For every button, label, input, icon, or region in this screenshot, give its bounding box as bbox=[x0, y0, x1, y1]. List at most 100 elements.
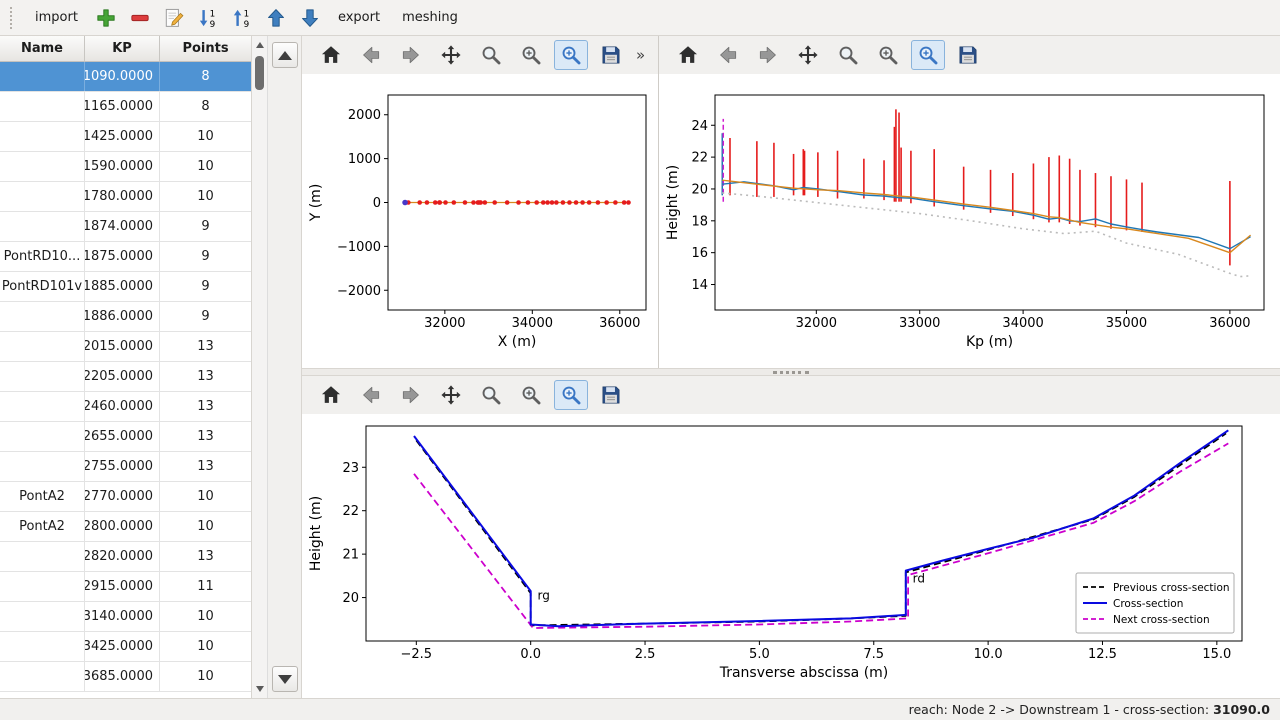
svg-text:12.5: 12.5 bbox=[1088, 647, 1117, 662]
import-menu-button[interactable]: import bbox=[25, 6, 88, 29]
column-header-points[interactable]: Points bbox=[160, 36, 251, 61]
cross-section-save-button[interactable] bbox=[594, 380, 628, 410]
cell-kp: 33425.0000 bbox=[85, 632, 160, 661]
cross-section-subplots-button[interactable] bbox=[514, 380, 548, 410]
svg-text:2000: 2000 bbox=[348, 108, 381, 123]
main-toolbar: import1919exportmeshing bbox=[0, 0, 1280, 36]
profile-zoom-button[interactable] bbox=[831, 40, 865, 70]
table-row[interactable]: PontRD101v31885.00009 bbox=[0, 272, 251, 302]
cell-points: 10 bbox=[160, 662, 251, 691]
table-row[interactable]: 32205.000013 bbox=[0, 362, 251, 392]
table-row[interactable]: 32915.000011 bbox=[0, 572, 251, 602]
table-row[interactable]: PontA232770.000010 bbox=[0, 482, 251, 512]
svg-text:1: 1 bbox=[210, 9, 216, 19]
table-row[interactable]: 32655.000013 bbox=[0, 422, 251, 452]
table-row[interactable]: PontA232800.000010 bbox=[0, 512, 251, 542]
profile-forward-button[interactable] bbox=[751, 40, 785, 70]
cell-points: 10 bbox=[160, 512, 251, 541]
cross-section-forward-button[interactable] bbox=[394, 380, 428, 410]
cell-kp: 31875.0000 bbox=[85, 242, 160, 271]
cross-section-home-button[interactable] bbox=[314, 380, 348, 410]
cross-section-zoom-button[interactable] bbox=[474, 380, 508, 410]
table-row[interactable]: PontRD10...31875.00009 bbox=[0, 242, 251, 272]
table-row[interactable]: 31590.000010 bbox=[0, 152, 251, 182]
svg-text:34000: 34000 bbox=[512, 316, 553, 331]
cross-section-back-button[interactable] bbox=[354, 380, 388, 410]
plan-plot-canvas[interactable]: 320003400036000−2000−1000010002000X (m)Y… bbox=[302, 74, 658, 368]
column-header-kp[interactable]: KP bbox=[85, 36, 160, 61]
table-row[interactable]: 31090.00008 bbox=[0, 62, 251, 92]
svg-text:22: 22 bbox=[342, 504, 359, 519]
profile-pan-button[interactable] bbox=[791, 40, 825, 70]
meshing-menu-button[interactable]: meshing bbox=[392, 6, 468, 29]
edit-section-button[interactable] bbox=[158, 3, 190, 33]
table-scrollbar[interactable] bbox=[252, 36, 268, 698]
table-row[interactable]: 33425.000010 bbox=[0, 632, 251, 662]
status-bar: reach: Node 2 -> Downstream 1 - cross-se… bbox=[0, 698, 1280, 720]
plan-subplots-button[interactable] bbox=[514, 40, 548, 70]
svg-text:X (m): X (m) bbox=[498, 334, 537, 350]
next-section-button[interactable] bbox=[272, 666, 298, 692]
scrollbar-up-arrow-icon[interactable] bbox=[252, 38, 268, 52]
table-row[interactable]: 31165.00008 bbox=[0, 92, 251, 122]
plan-home-button[interactable] bbox=[314, 40, 348, 70]
plan-zoom-button[interactable] bbox=[474, 40, 508, 70]
table-row[interactable]: 32460.000013 bbox=[0, 392, 251, 422]
cross-section-pan-button[interactable] bbox=[434, 380, 468, 410]
move-down-button[interactable] bbox=[294, 3, 326, 33]
table-row[interactable]: 32015.000013 bbox=[0, 332, 251, 362]
svg-text:20: 20 bbox=[342, 591, 359, 606]
previous-section-button[interactable] bbox=[272, 42, 298, 68]
table-row[interactable]: 32820.000013 bbox=[0, 542, 251, 572]
profile-customize-button[interactable] bbox=[911, 40, 945, 70]
sort-descending-button[interactable]: 19 bbox=[226, 3, 258, 33]
table-header: Name KP Points bbox=[0, 36, 251, 62]
svg-text:22: 22 bbox=[691, 151, 708, 166]
cross-section-customize-button[interactable] bbox=[554, 380, 588, 410]
splitter-grip-icon bbox=[773, 371, 809, 374]
table-row[interactable]: 33140.000010 bbox=[0, 602, 251, 632]
cell-name bbox=[0, 662, 85, 691]
cell-name bbox=[0, 182, 85, 211]
plan-toolbar-overflow-chevron-icon[interactable]: » bbox=[636, 46, 645, 64]
export-menu-button[interactable]: export bbox=[328, 6, 390, 29]
profile-back-button[interactable] bbox=[711, 40, 745, 70]
cross-section-panel: −2.50.02.55.07.510.012.515.020212223Tran… bbox=[302, 376, 1280, 698]
svg-text:32000: 32000 bbox=[424, 316, 465, 331]
profile-toolbar bbox=[659, 36, 1280, 74]
plan-save-button[interactable] bbox=[594, 40, 628, 70]
remove-section-button[interactable] bbox=[124, 3, 156, 33]
move-up-button[interactable] bbox=[260, 3, 292, 33]
cell-points: 13 bbox=[160, 362, 251, 391]
status-text: reach: Node 2 -> Downstream 1 - cross-se… bbox=[909, 702, 1209, 717]
profile-home-button[interactable] bbox=[671, 40, 705, 70]
table-row[interactable]: 31886.00009 bbox=[0, 302, 251, 332]
cell-kp: 31425.0000 bbox=[85, 122, 160, 151]
profile-plot-canvas[interactable]: 3200033000340003500036000141618202224Kp … bbox=[659, 74, 1280, 368]
sort-ascending-button[interactable]: 19 bbox=[192, 3, 224, 33]
profile-subplots-button[interactable] bbox=[871, 40, 905, 70]
cell-points: 13 bbox=[160, 422, 251, 451]
down-triangle-icon bbox=[278, 675, 292, 684]
column-header-name[interactable]: Name bbox=[0, 36, 85, 61]
cell-kp: 32655.0000 bbox=[85, 422, 160, 451]
plan-back-button[interactable] bbox=[354, 40, 388, 70]
svg-text:0.0: 0.0 bbox=[520, 647, 541, 662]
table-row[interactable]: 31425.000010 bbox=[0, 122, 251, 152]
scrollbar-down-arrow-icon[interactable] bbox=[252, 682, 268, 696]
plan-customize-button[interactable] bbox=[554, 40, 588, 70]
table-row[interactable]: 31780.000010 bbox=[0, 182, 251, 212]
plan-pan-button[interactable] bbox=[434, 40, 468, 70]
scrollbar-thumb[interactable] bbox=[255, 56, 264, 90]
plan-forward-button[interactable] bbox=[394, 40, 428, 70]
table-row[interactable]: 31874.00009 bbox=[0, 212, 251, 242]
add-section-button[interactable] bbox=[90, 3, 122, 33]
cell-points: 13 bbox=[160, 452, 251, 481]
svg-text:9: 9 bbox=[244, 19, 250, 28]
table-row[interactable]: 33685.000010 bbox=[0, 662, 251, 692]
table-row[interactable]: 32755.000013 bbox=[0, 452, 251, 482]
cell-points: 13 bbox=[160, 392, 251, 421]
cross-section-plot-canvas[interactable]: −2.50.02.55.07.510.012.515.020212223Tran… bbox=[302, 414, 1280, 698]
horizontal-splitter[interactable] bbox=[302, 368, 1280, 376]
profile-save-button[interactable] bbox=[951, 40, 985, 70]
